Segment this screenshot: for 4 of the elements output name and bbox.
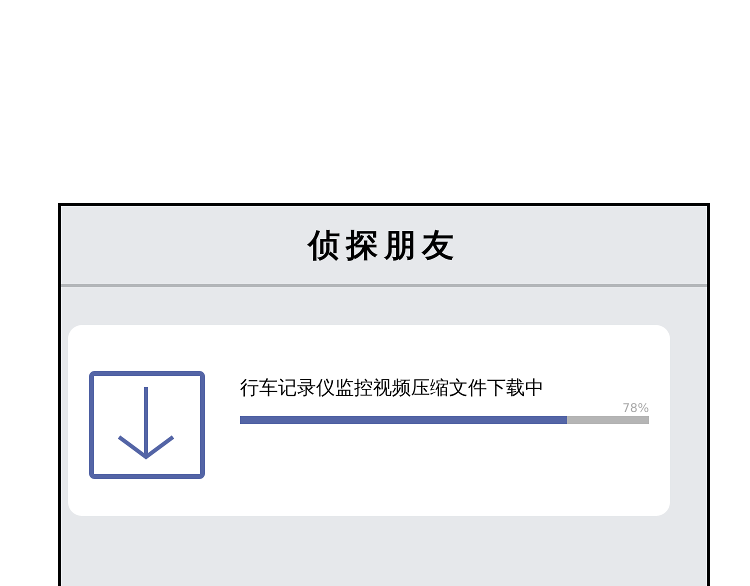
app-title: 侦探朋友 [308,225,460,266]
download-icon [89,371,205,479]
download-title: 行车记录仪监控视频压缩文件下载中 [240,376,545,401]
progress-percent: 78% [622,401,649,415]
